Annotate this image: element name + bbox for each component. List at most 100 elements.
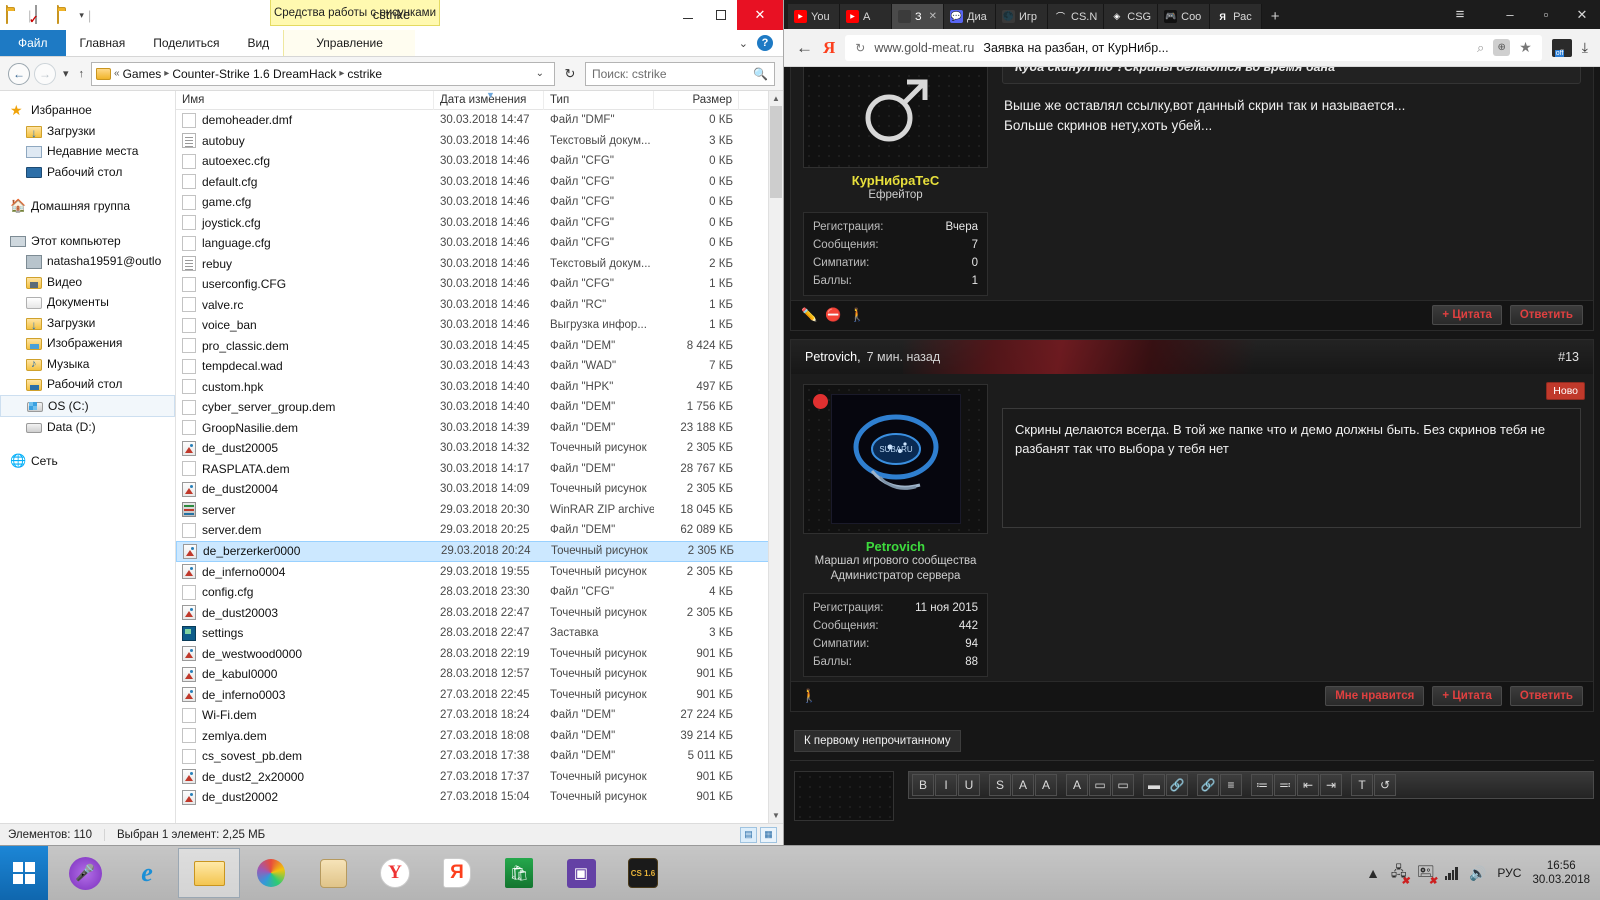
table-row[interactable]: de_kabul0000 28.03.2018 12:57 Точечный рис…: [176, 664, 783, 685]
editor-tool-3[interactable]: S: [989, 773, 1011, 796]
sidebar-item-избранное[interactable]: ★ Избранное: [0, 100, 175, 121]
network-error-icon[interactable]: 🖧 ✖: [1391, 861, 1410, 887]
ribbon-tab-view[interactable]: Вид: [233, 30, 283, 56]
yandex-logo-icon[interactable]: Я: [823, 38, 835, 58]
close-icon[interactable]: ✕: [929, 11, 937, 22]
editor-tool-6[interactable]: A: [1066, 773, 1088, 796]
browser-tab-5[interactable]: ⌒ CS.N: [1048, 4, 1105, 29]
navigation-pane[interactable]: ★ Избранное Загрузки Недавние места Рабочий …: [0, 91, 176, 823]
taskbar-item-photos[interactable]: [240, 848, 302, 898]
browser-minimize-button[interactable]: –: [1492, 0, 1528, 29]
breadcrumb-item-games[interactable]: Games: [123, 67, 162, 81]
scroll-down-icon[interactable]: ▼: [769, 808, 783, 823]
sidebar-item-документы[interactable]: Документы: [0, 292, 175, 313]
table-row[interactable]: autobuy 30.03.2018 14:46 Текстовый докум..…: [176, 131, 783, 152]
forward-button[interactable]: →: [34, 62, 56, 85]
column-header-name[interactable]: Имя: [176, 90, 434, 110]
browser-tab-3[interactable]: 💬 Диа: [944, 4, 996, 29]
breadcrumb[interactable]: « Games ▸ Counter-Strike 1.6 DreamHack ▸…: [91, 61, 555, 86]
sidebar-item-natasha19591-outlo[interactable]: natasha19591@outlo: [0, 251, 175, 272]
browser-tab-4[interactable]: 🌑 Игр: [996, 4, 1048, 29]
back-button[interactable]: ←: [8, 62, 30, 85]
editor-tool-18[interactable]: ↺: [1374, 773, 1396, 796]
editor-tool-0[interactable]: B: [912, 773, 934, 796]
browser-menu-icon[interactable]: ≡: [1442, 0, 1478, 29]
editor-tool-15[interactable]: ⇤: [1297, 773, 1319, 796]
taskbar-item-twitch[interactable]: ▣: [550, 848, 612, 898]
sidebar-item-загрузки[interactable]: Загрузки: [0, 121, 175, 142]
editor-tool-1[interactable]: I: [935, 773, 957, 796]
usb-error-icon[interactable]: 🖭 ✖: [1418, 861, 1437, 887]
ribbon-tab-home[interactable]: Главная: [66, 30, 140, 56]
properties-icon[interactable]: [35, 5, 53, 24]
zoom-icon[interactable]: ⌕: [1477, 40, 1484, 56]
table-row[interactable]: de_dust20003 28.03.2018 22:47 Точечный рис…: [176, 603, 783, 624]
editor-tool-9[interactable]: ▬: [1143, 773, 1165, 796]
browser-tab-6[interactable]: ◈ CSG: [1104, 4, 1159, 29]
sidebar-item-рабочий-стол[interactable]: Рабочий стол: [0, 162, 175, 183]
sidebar-item-недавние-места[interactable]: Недавние места: [0, 141, 175, 162]
search-input[interactable]: Поиск: cstrike 🔍: [585, 61, 775, 86]
table-row[interactable]: de_inferno0003 27.03.2018 22:45 Точечный р…: [176, 685, 783, 706]
table-row[interactable]: de_dust20002 27.03.2018 15:04 Точечный рис…: [176, 787, 783, 808]
folder-icon[interactable]: [6, 5, 24, 24]
table-row[interactable]: userconfig.CFG 30.03.2018 14:46 Файл "CFG"…: [176, 274, 783, 295]
edit-icon[interactable]: ✏️: [801, 307, 817, 323]
browser-tab-1[interactable]: А: [840, 4, 892, 29]
sidebar-item-data-d-[interactable]: Data (D:): [0, 417, 175, 438]
browser-tab-2[interactable]: З ✕: [892, 4, 944, 29]
table-row[interactable]: custom.hpk 30.03.2018 14:40 Файл "HPK" 497 …: [176, 377, 783, 398]
table-row[interactable]: zemlya.dem 27.03.2018 18:08 Файл "DEM" 39 2…: [176, 726, 783, 747]
table-row[interactable]: voice_ban 30.03.2018 14:46 Выгрузка инфор.…: [176, 315, 783, 336]
volume-icon[interactable]: 🔊: [1469, 865, 1486, 882]
table-row[interactable]: tempdecal.wad 30.03.2018 14:43 Файл "WAD" 7…: [176, 356, 783, 377]
language-indicator[interactable]: РУС: [1497, 866, 1521, 880]
table-row[interactable]: cyber_server_group.dem 30.03.2018 14:40 Фа…: [176, 397, 783, 418]
adblock-extension-icon[interactable]: [1551, 38, 1572, 57]
table-row[interactable]: de_inferno0004 29.03.2018 19:55 Точечный р…: [176, 562, 783, 583]
new-tab-button[interactable]: +: [1262, 4, 1288, 29]
editor-tool-16[interactable]: ⇥: [1320, 773, 1342, 796]
editor-tool-17[interactable]: T: [1351, 773, 1373, 796]
taskbar-item-notes[interactable]: [302, 848, 364, 898]
taskbar-item-yandex[interactable]: Я: [426, 848, 488, 898]
taskbar-item-internet-explorer[interactable]: e: [116, 848, 178, 898]
table-row[interactable]: server 29.03.2018 20:30 WinRAR ZIP archive…: [176, 500, 783, 521]
editor-tool-8[interactable]: ▭: [1112, 773, 1134, 796]
table-row[interactable]: de_berzerker0000 29.03.2018 20:24 Точечный…: [176, 540, 783, 562]
chevron-down-icon[interactable]: ▾: [79, 10, 84, 21]
table-row[interactable]: joystick.cfg 30.03.2018 14:46 Файл "CFG" 0 …: [176, 213, 783, 234]
avatar[interactable]: SUBARU: [803, 383, 988, 534]
taskbar-item-file-explorer[interactable]: [178, 848, 240, 898]
table-row[interactable]: settings 28.03.2018 22:47 Заставка 3 КБ: [176, 623, 783, 644]
quote-button[interactable]: + Цитата: [1432, 686, 1502, 707]
post-number[interactable]: #13: [1558, 350, 1579, 364]
editor-tool-11[interactable]: 🔗: [1197, 773, 1219, 796]
breadcrumb-item-game[interactable]: Counter-Strike 1.6 DreamHack: [172, 67, 336, 81]
table-row[interactable]: game.cfg 30.03.2018 14:46 Файл "CFG" 0 КБ: [176, 192, 783, 213]
new-folder-icon[interactable]: [57, 5, 75, 24]
taskbar-item-yandex-browser[interactable]: Y: [364, 848, 426, 898]
ribbon-tab-share[interactable]: Поделиться: [139, 30, 233, 56]
report-icon[interactable]: ⛔: [825, 307, 841, 323]
table-row[interactable]: GroopNasilie.dem 30.03.2018 14:39 Файл "DE…: [176, 418, 783, 439]
overflow-chevron-icon[interactable]: «: [114, 68, 120, 79]
user-name[interactable]: КурНибраТеС: [803, 168, 988, 188]
sidebar-item-видео[interactable]: Видео: [0, 272, 175, 293]
file-list-scrollbar[interactable]: ▲ ▼: [768, 91, 783, 823]
ribbon-tab-manage[interactable]: Управление: [283, 30, 415, 56]
table-row[interactable]: RASPLATA.dem 30.03.2018 14:17 Файл "DEM" 28…: [176, 459, 783, 480]
reply-button[interactable]: Ответить: [1509, 305, 1583, 326]
chevron-down-icon[interactable]: ⌄: [739, 37, 748, 50]
column-header-type[interactable]: Тип: [544, 90, 654, 110]
breadcrumb-dropdown-icon[interactable]: ⌄: [530, 68, 550, 79]
browser-tab-0[interactable]: You: [788, 4, 840, 29]
sidebar-item-os-c-[interactable]: OS (C:): [0, 394, 175, 417]
editor-tool-4[interactable]: A: [1012, 773, 1034, 796]
table-row[interactable]: pro_classic.dem 30.03.2018 14:45 Файл "DEM…: [176, 336, 783, 357]
quote-button[interactable]: + Цитата: [1432, 305, 1502, 326]
contextual-tab-picture-tools[interactable]: Средства работы с рисунками: [270, 0, 440, 26]
column-header-size[interactable]: Размер: [654, 90, 739, 110]
user-name[interactable]: Petrovich: [803, 534, 988, 554]
recent-locations-icon[interactable]: ▾: [60, 67, 72, 80]
